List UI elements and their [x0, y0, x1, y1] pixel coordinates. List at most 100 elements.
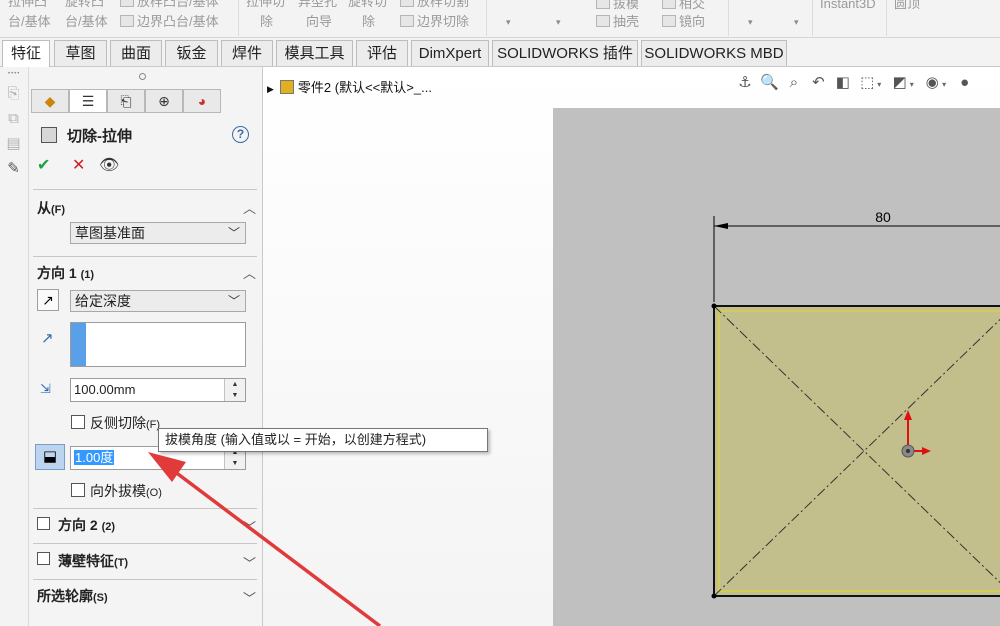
help-icon[interactable]: ?: [232, 126, 249, 143]
tab-feature-manager[interactable]: ◆: [31, 89, 69, 113]
sketch-canvas: 80: [711, 209, 1000, 599]
end-condition-select[interactable]: 给定深度 ﹀: [70, 290, 246, 312]
strip-grip[interactable]: ••••: [8, 71, 20, 77]
chevron-down-icon[interactable]: ﹀: [243, 588, 256, 607]
chevron-down-icon[interactable]: ﹀: [243, 553, 256, 572]
thin-feature-checkbox[interactable]: [37, 552, 50, 565]
chevron-down-icon[interactable]: ▾: [910, 80, 918, 89]
tab-features[interactable]: 特征: [2, 40, 50, 68]
tab-dimxpert[interactable]: DimXpert: [411, 40, 489, 66]
direction2-checkbox[interactable]: [37, 517, 50, 530]
feature-ribbon: 拉伸凸 台/基体 旋转凸 台/基体 放样凸台/基体 边界凸台/基体 拉伸切 除 …: [0, 0, 1000, 38]
appearance-tool-icon[interactable]: ✎: [5, 160, 22, 177]
tab-sketch[interactable]: 草图: [54, 40, 107, 66]
start-condition-select[interactable]: 草图基准面 ﹀: [70, 222, 246, 244]
expand-arrow-icon[interactable]: ▶: [267, 84, 274, 94]
ribbon-separator: [486, 0, 487, 36]
direction-vector-box[interactable]: [70, 322, 246, 367]
chevron-up-icon[interactable]: ︿: [243, 198, 256, 217]
tab-evaluate[interactable]: 评估: [356, 40, 408, 66]
tab-weldments[interactable]: 焊件: [221, 40, 273, 66]
ribbon-revolve-boss[interactable]: 旋转凸: [65, 0, 104, 12]
hide-show-items-icon[interactable]: ◉: [922, 73, 942, 91]
ribbon-extrude-cut-line2: 除: [260, 14, 274, 29]
origin-center: [906, 449, 910, 453]
reverse-direction-icon[interactable]: ↗: [37, 289, 59, 311]
draft-toggle-button[interactable]: ⬓: [35, 444, 65, 470]
ribbon-boundary-boss[interactable]: 边界凸台/基体: [120, 12, 219, 32]
sketch-point[interactable]: [711, 303, 717, 309]
view-orientation-cube-icon[interactable]: ⬚: [857, 73, 877, 91]
group-selected-contours-title[interactable]: 所选轮廓(S): [37, 586, 108, 606]
flip-side-to-cut-label[interactable]: 反侧切除(F): [90, 413, 160, 433]
chevron-up-icon[interactable]: ︿: [243, 263, 256, 282]
tab-configuration-manager[interactable]: ⎗: [107, 89, 145, 113]
graphics-area[interactable]: ▶ 零件2 (默认<<默认>_... ⚓ 🔍 ⌕ ↶ ◧ ⬚ ▾ ◩ ▾ ◉ ▾ ● 8…: [263, 67, 1000, 626]
ribbon-loft-boss[interactable]: 放样凸台/基体: [120, 0, 219, 12]
ribbon-separator: [886, 0, 887, 36]
dimension-arrowhead: [714, 223, 728, 229]
chevron-down-icon[interactable]: ▾: [942, 80, 950, 89]
group-divider: [33, 256, 257, 257]
chevron-down-icon[interactable]: ▾: [877, 80, 885, 89]
ribbon-mirror[interactable]: 镜向: [662, 12, 705, 32]
depth-input[interactable]: 100.00mm ▲ ▼: [70, 378, 246, 402]
ribbon-extrude-cut[interactable]: 拉伸切: [246, 0, 285, 12]
group-direction2-title[interactable]: 方向 2 (2): [58, 515, 115, 535]
ribbon-revolve-cut[interactable]: 旋转切: [348, 0, 387, 12]
group-thin-feature-title[interactable]: 薄壁特征(T): [58, 551, 128, 571]
strip-tool-icon[interactable]: ▤: [5, 135, 22, 152]
tab-dimxpert-manager[interactable]: ⊕: [145, 89, 183, 113]
draft-outward-checkbox[interactable]: [71, 483, 85, 497]
panel-grip-icon[interactable]: [139, 73, 146, 80]
ribbon-dome[interactable]: 圆顶: [894, 0, 920, 14]
direction-arrow-icon: ↗: [41, 330, 54, 347]
dimension-label[interactable]: 80: [875, 209, 891, 225]
ribbon-hole-wizard[interactable]: 异型孔: [298, 0, 337, 12]
boundary-icon: [120, 15, 134, 27]
ribbon-revolve-cut-line2: 除: [362, 14, 376, 29]
ok-button[interactable]: ✔: [37, 155, 50, 175]
preview-eye-icon[interactable]: 👁: [99, 155, 119, 175]
ribbon-lofted-cut[interactable]: 放样切割: [400, 0, 469, 12]
tab-solidworks-mbd[interactable]: SOLIDWORKS MBD: [641, 40, 787, 66]
tab-surfaces[interactable]: 曲面: [110, 40, 162, 66]
tab-display-manager[interactable]: ◕: [183, 89, 221, 113]
ribbon-extrude-boss[interactable]: 拉伸凸: [8, 0, 47, 12]
draft-outward-label[interactable]: 向外拔模(O): [90, 481, 162, 501]
sketch-rectangle[interactable]: [713, 305, 1000, 597]
tab-solidworks-addins[interactable]: SOLIDWORKS 插件: [492, 40, 638, 66]
tab-property-manager[interactable]: ☰: [69, 89, 107, 113]
view-orientation-icon[interactable]: ⚓: [735, 73, 755, 91]
ribbon-instant3d[interactable]: Instant3D: [820, 0, 876, 14]
property-manager: ◆ ☰ ⎗ ⊕ ◕ 切除-拉伸 ? ✔ ✕ 👁 从(F) ︿ 草图基准面 ﹀ 方向…: [29, 67, 263, 626]
previous-view-icon[interactable]: ↶: [808, 73, 828, 91]
boundary-cut-icon: [400, 15, 414, 27]
cancel-button[interactable]: ✕: [72, 155, 85, 175]
chevron-down-icon[interactable]: ▾: [556, 17, 561, 28]
zoom-area-icon[interactable]: ⌕: [784, 74, 804, 91]
sketch-point[interactable]: [711, 593, 717, 599]
flip-side-to-cut-checkbox[interactable]: [71, 415, 85, 429]
chevron-down-icon[interactable]: ▾: [506, 17, 511, 28]
selection-indicator: [71, 323, 86, 366]
chevron-down-icon[interactable]: ▾: [794, 17, 799, 28]
zoom-to-fit-icon[interactable]: 🔍: [759, 73, 779, 91]
group-direction1-title[interactable]: 方向 1 (1): [37, 263, 94, 283]
display-style-icon[interactable]: ◩: [890, 73, 910, 91]
chevron-down-icon[interactable]: ﹀: [243, 517, 256, 536]
appearance-icon[interactable]: ●: [955, 74, 975, 91]
chevron-down-icon[interactable]: ▾: [748, 17, 753, 28]
strip-tool-icon[interactable]: ⧉: [5, 110, 22, 127]
group-from-title[interactable]: 从(F): [37, 198, 65, 218]
tab-sheet-metal[interactable]: 钣金: [165, 40, 218, 66]
strip-tool-icon[interactable]: ⎘: [5, 85, 22, 102]
feature-tree-flyout[interactable]: ▶ 零件2 (默认<<默认>_...: [267, 77, 432, 96]
left-tool-strip: •••• ⎘ ⧉ ▤ ✎: [0, 67, 29, 626]
tab-mold-tools[interactable]: 模具工具: [276, 40, 353, 66]
ribbon-boundary-cut[interactable]: 边界切除: [400, 12, 469, 32]
depth-stepper[interactable]: ▲ ▼: [224, 379, 245, 401]
ribbon-shell[interactable]: 抽壳: [596, 12, 639, 32]
section-view-icon[interactable]: ◧: [833, 73, 853, 91]
depth-icon: ⇲: [40, 381, 51, 396]
